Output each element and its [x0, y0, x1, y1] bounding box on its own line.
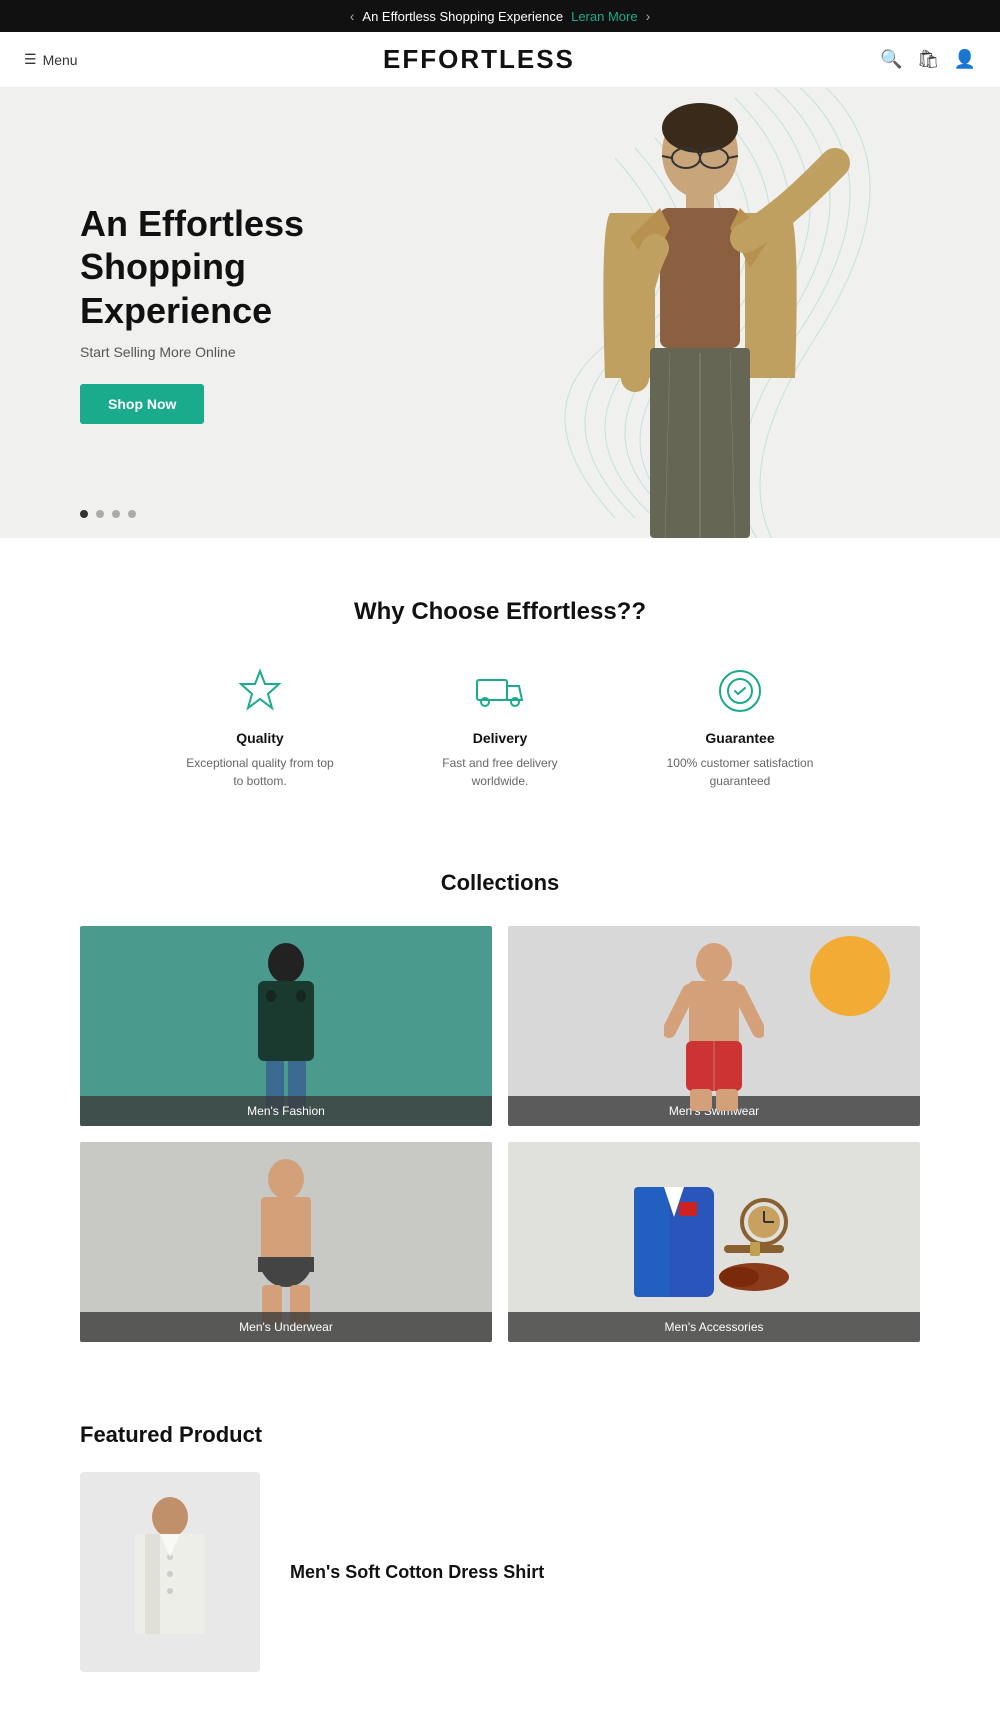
accessories-figure [624, 1167, 804, 1317]
feature-guarantee-title: Guarantee [705, 730, 774, 746]
featured-section: Featured Product Men's Soft Cotton Dress… [0, 1382, 1000, 1712]
why-choose-section: Why Choose Effortless?? Quality Exceptio… [0, 538, 1000, 830]
collection-swimwear[interactable]: Men's Swimwear [508, 926, 920, 1126]
feature-guarantee: Guarantee 100% customer satisfaction gua… [660, 666, 820, 790]
featured-product-image [110, 1492, 230, 1652]
collections-grid: Men's Fashion [80, 926, 920, 1342]
feature-delivery-desc: Fast and free delivery worldwide. [420, 754, 580, 790]
shop-now-button[interactable]: Shop Now [80, 384, 204, 424]
feature-guarantee-desc: 100% customer satisfaction guaranteed [660, 754, 820, 790]
featured-heading: Featured Product [80, 1422, 920, 1448]
announcement-bar: ‹ An Effortless Shopping Experience Lera… [0, 0, 1000, 32]
guarantee-icon [715, 666, 765, 716]
hero-content: An Effortless Shopping Experience Start … [0, 202, 380, 424]
site-logo[interactable]: EFFORTLESS [383, 44, 575, 75]
collection-underwear[interactable]: Men's Underwear [80, 1142, 492, 1342]
learn-more-link[interactable]: Leran More [571, 9, 637, 24]
collections-section: Collections Men's Fashion [0, 830, 1000, 1382]
menu-label: Menu [43, 52, 78, 68]
hero-image [400, 88, 1000, 538]
underwear-figure [236, 1157, 336, 1327]
hero-section: An Effortless Shopping Experience Start … [0, 88, 1000, 538]
feature-delivery: Delivery Fast and free delivery worldwid… [420, 666, 580, 790]
collection-accessories-label: Men's Accessories [508, 1312, 920, 1342]
featured-thumbnail[interactable] [80, 1472, 260, 1672]
dot-3[interactable] [112, 510, 120, 518]
feature-delivery-title: Delivery [473, 730, 527, 746]
featured-product-name: Men's Soft Cotton Dress Shirt [290, 1562, 544, 1583]
dot-4[interactable] [128, 510, 136, 518]
fashion-figure [236, 941, 336, 1111]
collection-fashion-label: Men's Fashion [80, 1096, 492, 1126]
dot-2[interactable] [96, 510, 104, 518]
feature-quality-title: Quality [236, 730, 283, 746]
next-arrow[interactable]: › [646, 8, 651, 24]
announcement-text: An Effortless Shopping Experience [362, 9, 563, 24]
hero-subtext: Start Selling More Online [80, 344, 380, 360]
truck-icon [475, 666, 525, 716]
collection-underwear-label: Men's Underwear [80, 1312, 492, 1342]
collection-accessories[interactable]: Men's Accessories [508, 1142, 920, 1342]
menu-button[interactable]: ☰ Menu [24, 51, 78, 68]
feature-quality-desc: Exceptional quality from top to bottom. [180, 754, 340, 790]
header-icons: 🔍 🛍 👤 [880, 49, 976, 70]
featured-info: Men's Soft Cotton Dress Shirt [290, 1562, 544, 1583]
features-grid: Quality Exceptional quality from top to … [40, 666, 960, 790]
swimwear-figure [664, 941, 764, 1111]
user-icon[interactable]: 👤 [954, 49, 976, 70]
why-choose-heading: Why Choose Effortless?? [40, 598, 960, 626]
collections-heading: Collections [80, 870, 920, 896]
feature-quality: Quality Exceptional quality from top to … [180, 666, 340, 790]
search-icon[interactable]: 🔍 [880, 49, 902, 70]
star-icon [235, 666, 285, 716]
hero-person-illustration [550, 98, 850, 538]
bag-icon[interactable]: 🛍 [917, 49, 940, 70]
dot-1[interactable] [80, 510, 88, 518]
featured-product: Men's Soft Cotton Dress Shirt [80, 1472, 920, 1672]
header: ☰ Menu EFFORTLESS 🔍 🛍 👤 [0, 32, 1000, 88]
hero-heading: An Effortless Shopping Experience [80, 202, 380, 332]
collection-mens-fashion[interactable]: Men's Fashion [80, 926, 492, 1126]
hamburger-icon: ☰ [24, 51, 37, 68]
prev-arrow[interactable]: ‹ [350, 8, 355, 24]
hero-dots [80, 510, 136, 518]
